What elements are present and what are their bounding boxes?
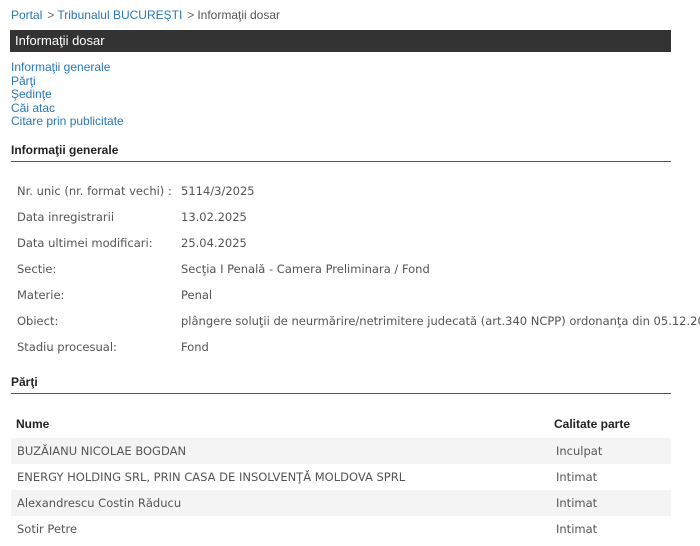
section-heading-general: Informaţii generale (11, 143, 671, 162)
party-role: Intimat (556, 522, 598, 536)
field-value: 13.02.2025 (181, 210, 247, 224)
toc-link-citare-prin-publicitate[interactable]: Citare prin publicitate (11, 114, 124, 129)
toc-link-informatii-generale[interactable]: Informaţii generale (11, 60, 124, 75)
party-role: Intimat (556, 496, 598, 510)
section-navigation: Informaţii generale Părţi Şedinţe Căi at… (11, 60, 124, 129)
toc-link-cai-atac[interactable]: Căi atac (11, 101, 124, 116)
party-name: Sotir Petre (17, 522, 78, 536)
party-name: ENERGY HOLDING SRL, PRIN CASA DE INSOLVE… (17, 470, 406, 484)
party-name: BUZĂIANU NICOLAE BOGDAN (17, 444, 187, 458)
field-label: Nr. unic (nr. format vechi) : (17, 184, 172, 198)
party-role: Inculpat (556, 444, 603, 458)
field-value: plângere soluţii de neurmărire/netrimite… (181, 314, 700, 328)
breadcrumb-current: Informaţii dosar (197, 8, 281, 22)
party-role: Intimat (556, 470, 598, 484)
field-value: 5114/3/2025 (181, 184, 255, 198)
field-value: Secţia I Penală - Camera Preliminara / F… (181, 262, 430, 276)
toc-link-sedinte[interactable]: Şedinţe (11, 87, 124, 102)
parties-table-header: Nume Calitate parte (11, 417, 671, 431)
field-label: Stadiu procesual: (17, 340, 117, 354)
table-row: Alexandrescu Costin Răducu Intimat (11, 490, 671, 516)
field-label: Data inregistrarii (17, 210, 115, 224)
field-label: Materie: (17, 288, 65, 302)
table-row: ENERGY HOLDING SRL, PRIN CASA DE INSOLVE… (11, 464, 671, 490)
page-title: Informaţii dosar (15, 33, 105, 48)
field-label: Data ultimei modificari: (17, 236, 153, 250)
page-title-bar: Informaţii dosar (10, 30, 671, 52)
field-value: Penal (181, 288, 213, 302)
field-value: Fond (181, 340, 209, 354)
column-header-calitate-parte: Calitate parte (554, 417, 631, 431)
field-label: Obiect: (17, 314, 59, 328)
field-label: Sectie: (17, 262, 57, 276)
breadcrumb: Portal > Tribunalul BUCUREŞTI > Informaţii d… (11, 8, 280, 22)
breadcrumb-court-link[interactable]: Tribunalul BUCUREŞTI (57, 8, 182, 22)
party-name: Alexandrescu Costin Răducu (17, 496, 182, 510)
section-heading-parti: Părţi (11, 375, 671, 394)
toc-link-parti[interactable]: Părţi (11, 74, 124, 89)
breadcrumb-separator: > (187, 8, 195, 22)
field-value: 25.04.2025 (181, 236, 247, 250)
table-row: BUZĂIANU NICOLAE BOGDAN Inculpat (11, 438, 671, 464)
table-row: Sotir Petre Intimat (11, 516, 671, 542)
breadcrumb-separator: > (47, 8, 55, 22)
breadcrumb-portal-link[interactable]: Portal (11, 8, 42, 22)
column-header-nume: Nume (16, 417, 50, 431)
